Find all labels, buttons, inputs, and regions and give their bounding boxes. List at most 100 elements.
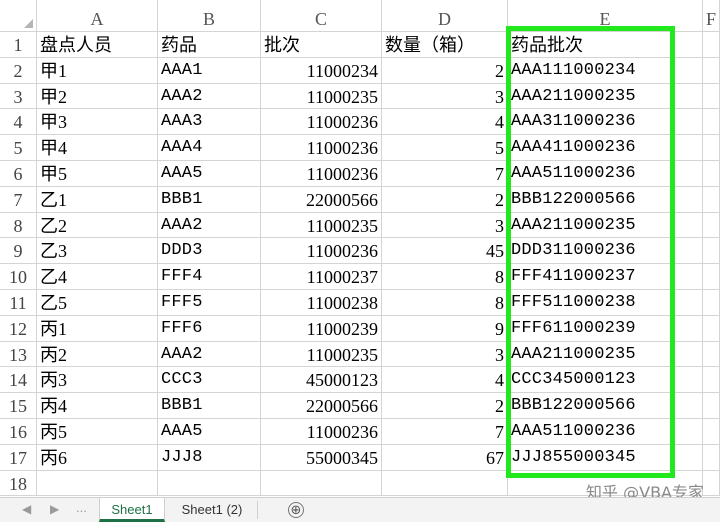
cell-d[interactable]: 2	[382, 186, 508, 213]
cell-d[interactable]	[382, 470, 508, 497]
cell-f[interactable]	[703, 393, 720, 419]
cell-a[interactable]: 丙2	[37, 341, 158, 368]
cell-f[interactable]	[703, 32, 720, 58]
cell-c[interactable]: 22000566	[261, 186, 382, 213]
cell-f[interactable]	[703, 444, 720, 471]
cell-b[interactable]: AAA3	[158, 109, 261, 136]
row-header[interactable]: 1	[0, 32, 37, 58]
cell-f[interactable]	[703, 57, 720, 84]
cell-b[interactable]: CCC3	[158, 367, 261, 394]
row-header[interactable]: 12	[0, 315, 37, 342]
cell-b[interactable]: JJJ8	[158, 444, 261, 471]
cell-b[interactable]: BBB1	[158, 393, 261, 419]
cell-d[interactable]: 45	[382, 238, 508, 265]
cell-b[interactable]: AAA1	[158, 57, 261, 84]
row-header[interactable]: 16	[0, 419, 37, 445]
cell-d[interactable]: 3	[382, 341, 508, 368]
cell-f[interactable]	[703, 186, 720, 213]
cell-b[interactable]: AAA2	[158, 83, 261, 110]
select-all-button[interactable]	[0, 0, 37, 32]
cell-f[interactable]	[703, 470, 720, 497]
cell-b[interactable]: AAA5	[158, 161, 261, 187]
cell-a[interactable]: 乙2	[37, 212, 158, 239]
cell-d[interactable]: 9	[382, 315, 508, 342]
cell-c[interactable]: 11000236	[261, 161, 382, 187]
row-header[interactable]: 14	[0, 367, 37, 394]
row-header[interactable]: 17	[0, 444, 37, 471]
cell-c[interactable]: 11000234	[261, 57, 382, 84]
cell-c[interactable]: 11000236	[261, 419, 382, 445]
column-header-e[interactable]: E	[508, 0, 703, 32]
cell-e[interactable]: FFF411000237	[508, 264, 703, 290]
cell-d[interactable]: 3	[382, 83, 508, 110]
cell-a[interactable]: 甲5	[37, 161, 158, 187]
cell-a[interactable]: 丙5	[37, 419, 158, 445]
cell-c[interactable]: 11000235	[261, 341, 382, 368]
cell-a[interactable]: 乙4	[37, 264, 158, 290]
add-sheet-button[interactable]: ⊕	[288, 502, 304, 518]
cell-e[interactable]: AAA211000235	[508, 341, 703, 368]
cell-e[interactable]: AAA511000236	[508, 419, 703, 445]
cell-b[interactable]: FFF6	[158, 315, 261, 342]
cell-d[interactable]: 数量（箱）	[382, 32, 508, 58]
scroll-tabs-right-button[interactable]: ▶	[50, 502, 59, 516]
cell-c[interactable]: 11000235	[261, 83, 382, 110]
cell-d[interactable]: 3	[382, 212, 508, 239]
cell-c[interactable]: 55000345	[261, 444, 382, 471]
cell-c[interactable]: 11000237	[261, 264, 382, 290]
cell-d[interactable]: 2	[382, 393, 508, 419]
column-header-a[interactable]: A	[37, 0, 158, 32]
scroll-tabs-left-button[interactable]: ◀	[22, 502, 31, 516]
cell-c[interactable]	[261, 470, 382, 497]
cell-f[interactable]	[703, 419, 720, 445]
row-header[interactable]: 18	[0, 470, 37, 497]
cell-f[interactable]	[703, 83, 720, 110]
cell-e[interactable]: CCC345000123	[508, 367, 703, 394]
cell-c[interactable]: 批次	[261, 32, 382, 58]
cell-e[interactable]: BBB122000566	[508, 186, 703, 213]
cell-a[interactable]: 乙5	[37, 290, 158, 316]
cell-a[interactable]: 甲3	[37, 109, 158, 136]
cell-f[interactable]	[703, 264, 720, 290]
tab-sheet1-copy[interactable]: Sheet1 (2)	[170, 498, 254, 522]
cell-f[interactable]	[703, 315, 720, 342]
cell-a[interactable]: 甲4	[37, 135, 158, 161]
cell-e[interactable]: AAA511000236	[508, 161, 703, 187]
cell-c[interactable]: 22000566	[261, 393, 382, 419]
cell-e[interactable]: FFF511000238	[508, 290, 703, 316]
cell-d[interactable]: 7	[382, 161, 508, 187]
cell-e[interactable]: AAA211000235	[508, 212, 703, 239]
cell-b[interactable]: DDD3	[158, 238, 261, 265]
row-header[interactable]: 10	[0, 264, 37, 290]
cell-d[interactable]: 8	[382, 290, 508, 316]
cell-b[interactable]: 药品	[158, 32, 261, 58]
column-header-f[interactable]: F	[703, 0, 720, 32]
cell-a[interactable]: 丙3	[37, 367, 158, 394]
cell-a[interactable]: 乙1	[37, 186, 158, 213]
cell-e[interactable]: DDD311000236	[508, 238, 703, 265]
cell-e[interactable]: FFF611000239	[508, 315, 703, 342]
cell-d[interactable]: 5	[382, 135, 508, 161]
cell-f[interactable]	[703, 290, 720, 316]
cell-a[interactable]: 乙3	[37, 238, 158, 265]
cell-d[interactable]: 67	[382, 444, 508, 471]
cell-e[interactable]: JJJ855000345	[508, 444, 703, 471]
cell-b[interactable]	[158, 470, 261, 497]
row-header[interactable]: 9	[0, 238, 37, 265]
cell-f[interactable]	[703, 238, 720, 265]
cell-e[interactable]: AAA311000236	[508, 109, 703, 136]
cell-a[interactable]: 丙1	[37, 315, 158, 342]
cell-e[interactable]: BBB122000566	[508, 393, 703, 419]
cell-f[interactable]	[703, 161, 720, 187]
more-tabs-icon[interactable]: ...	[76, 500, 87, 515]
cell-e[interactable]: 药品批次	[508, 32, 703, 58]
cell-d[interactable]: 4	[382, 367, 508, 394]
cell-d[interactable]: 4	[382, 109, 508, 136]
cell-f[interactable]	[703, 212, 720, 239]
cell-e[interactable]: AAA211000235	[508, 83, 703, 110]
cell-b[interactable]: AAA4	[158, 135, 261, 161]
row-header[interactable]: 15	[0, 393, 37, 419]
cell-b[interactable]: FFF4	[158, 264, 261, 290]
cell-a[interactable]: 甲2	[37, 83, 158, 110]
row-header[interactable]: 7	[0, 186, 37, 213]
